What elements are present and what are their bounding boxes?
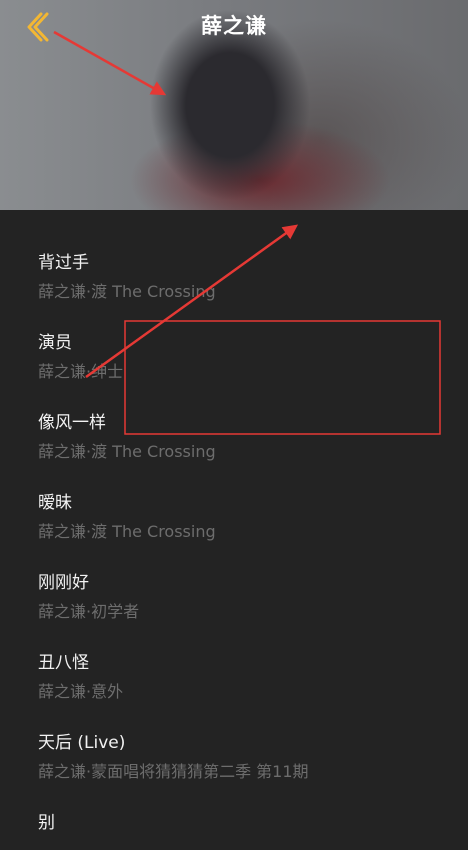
song-item[interactable]: 暧昧 薛之谦·渡 The Crossing [0, 450, 468, 541]
song-item[interactable]: 背过手 薛之谦·渡 The Crossing [0, 210, 468, 301]
song-title: 天后 (Live) [38, 733, 126, 753]
song-item[interactable]: 天后 (Live) 薛之谦·蒙面唱将猜猜猜第二季 第11期 [0, 690, 468, 781]
song-item[interactable]: 别 [0, 770, 468, 850]
song-title: 刚刚好 [38, 573, 89, 593]
song-title: 像风一样 [38, 413, 106, 433]
song-title: 丑八怪 [38, 653, 89, 673]
song-title: 演员 [38, 333, 72, 353]
song-list: 背过手 薛之谦·渡 The Crossing 演员 薛之谦·绅士 像风一样 薛之… [0, 210, 468, 838]
song-title: 别 [38, 813, 55, 833]
song-title: 暧昧 [38, 493, 72, 513]
song-item[interactable]: 丑八怪 薛之谦·意外 [0, 610, 468, 701]
song-title: 背过手 [38, 253, 89, 273]
song-item[interactable]: 刚刚好 薛之谦·初学者 [0, 530, 468, 621]
artist-header: 薛之谦 [0, 0, 468, 210]
song-item[interactable]: 像风一样 薛之谦·渡 The Crossing [0, 370, 468, 461]
page-title: 薛之谦 [201, 14, 267, 38]
song-item[interactable]: 演员 薛之谦·绅士 [0, 290, 468, 381]
